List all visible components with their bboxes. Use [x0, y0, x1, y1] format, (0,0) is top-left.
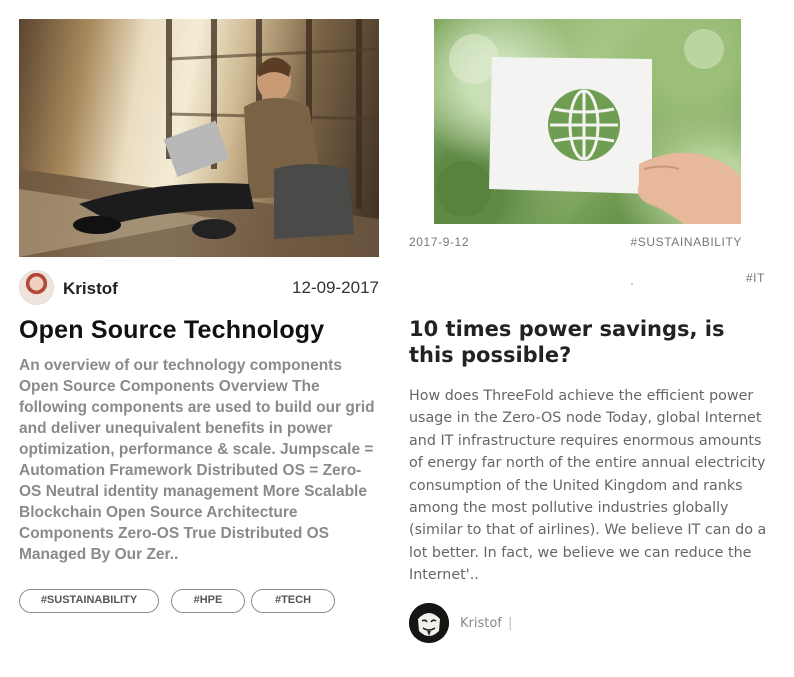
author-name[interactable]: Kristof: [63, 279, 118, 299]
avatar-mask-icon[interactable]: [409, 603, 449, 643]
post-date: 2017-9-12: [409, 235, 470, 249]
category-tag[interactable]: #SUSTAINABILITY: [631, 235, 742, 249]
post-author-row: Kristof |: [409, 603, 609, 643]
post-date: 12-09-2017: [292, 278, 379, 297]
post-title[interactable]: 10 times power savings, is this possible…: [409, 316, 769, 368]
post-author-row: Kristof 12-09-2017: [19, 270, 379, 306]
tag-tech[interactable]: #TECH: [251, 589, 335, 613]
divider-dot: [631, 283, 633, 285]
tag-sustainability[interactable]: #SUSTAINABILITY: [19, 589, 159, 613]
post-image-man-laptop[interactable]: [19, 19, 379, 257]
post-meta: 2017-9-12 #SUSTAINABILITY: [409, 235, 742, 251]
avatar-woman-icon[interactable]: [19, 270, 54, 305]
post-excerpt: An overview of our technology components…: [19, 357, 375, 563]
post-image-globe-paper[interactable]: [434, 19, 741, 224]
post-excerpt: How does ThreeFold achieve the efficient…: [409, 388, 767, 584]
post-title[interactable]: Open Source Technology: [19, 315, 379, 345]
tag-it[interactable]: #IT: [746, 271, 765, 285]
author-name[interactable]: Kristof: [460, 616, 502, 631]
tag-hpe[interactable]: #HPE: [171, 589, 245, 613]
meta-separator: |: [508, 616, 513, 631]
